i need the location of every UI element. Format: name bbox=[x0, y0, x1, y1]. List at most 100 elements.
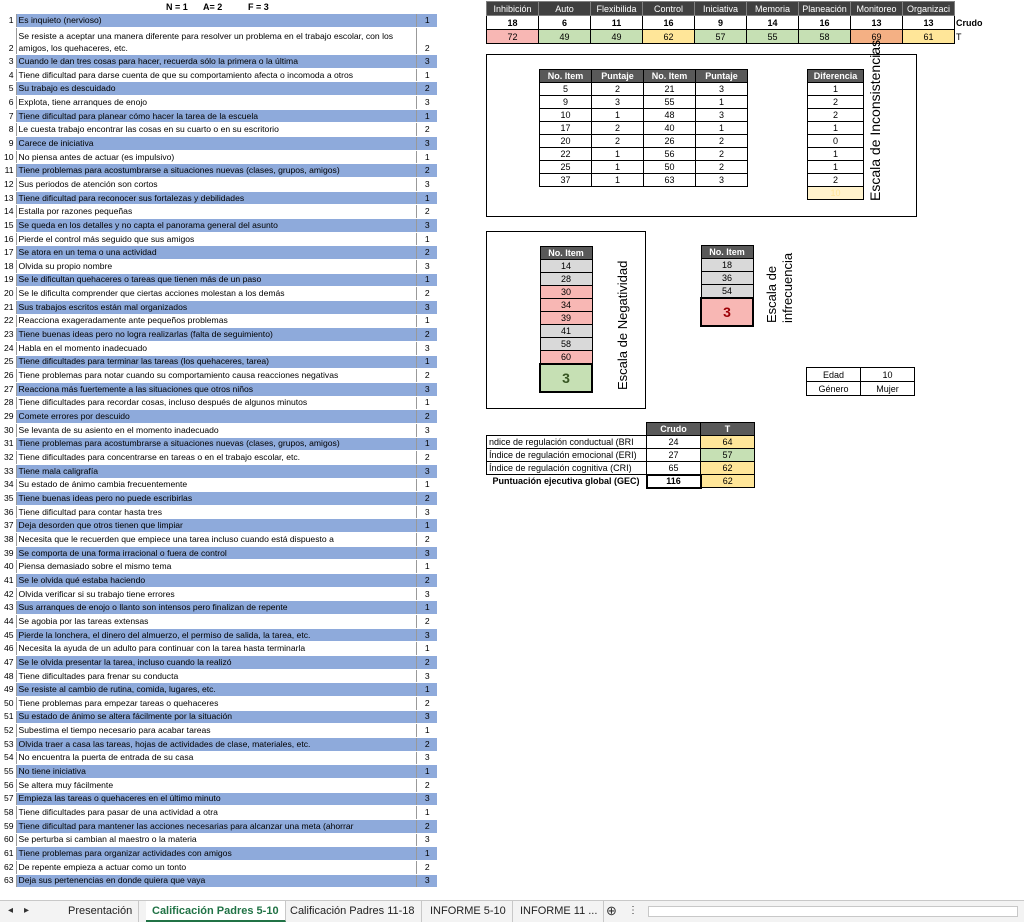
horizontal-scrollbar[interactable] bbox=[648, 906, 1018, 917]
inconsistency-cell: 1 bbox=[591, 108, 644, 122]
item-score[interactable]: 3 bbox=[416, 341, 437, 356]
item-score[interactable]: 2 bbox=[416, 163, 437, 179]
table-row: 62 De repente empieza a actuar como un to… bbox=[0, 860, 437, 875]
item-score[interactable]: 3 bbox=[416, 218, 437, 233]
item-score[interactable]: 2 bbox=[416, 819, 437, 834]
next-sheet-icon[interactable]: ▸ bbox=[24, 901, 29, 922]
item-score[interactable]: 2 bbox=[416, 409, 437, 424]
item-score[interactable]: 3 bbox=[416, 751, 437, 766]
item-score[interactable]: 3 bbox=[416, 587, 437, 602]
scale-raw: 6 bbox=[538, 15, 591, 30]
item-score[interactable]: 2 bbox=[416, 491, 437, 506]
item-score[interactable]: 3 bbox=[416, 464, 437, 479]
item-score[interactable]: 2 bbox=[416, 614, 437, 629]
item-score[interactable]: 1 bbox=[416, 559, 437, 575]
item-score[interactable]: 1 bbox=[416, 641, 437, 657]
item-number: 29 bbox=[0, 409, 17, 424]
item-score[interactable]: 1 bbox=[416, 191, 437, 206]
item-score[interactable]: 3 bbox=[416, 54, 437, 69]
item-number: 4 bbox=[0, 68, 17, 83]
item-score[interactable]: 3 bbox=[416, 546, 437, 561]
item-score[interactable]: 2 bbox=[416, 532, 437, 547]
item-score[interactable]: 1 bbox=[416, 846, 437, 861]
table-row: 34 bbox=[539, 298, 593, 312]
item-score[interactable]: 2 bbox=[416, 860, 437, 875]
item-score[interactable]: 2 bbox=[416, 27, 437, 56]
item-score[interactable]: 2 bbox=[416, 327, 437, 342]
item-score[interactable]: 2 bbox=[416, 245, 437, 260]
item-score[interactable]: 2 bbox=[416, 368, 437, 383]
table-row: 28 Tiene dificultades para recordar cosas… bbox=[0, 396, 437, 411]
item-score[interactable]: 3 bbox=[416, 710, 437, 725]
table-row: Puntuación ejecutiva global (GEC) 116 62 bbox=[487, 473, 755, 489]
table-row: 33 Tiene mala caligrafía 3 bbox=[0, 464, 437, 479]
item-score[interactable]: 1 bbox=[416, 600, 437, 616]
item-score[interactable]: 2 bbox=[416, 655, 437, 670]
item-score[interactable]: 3 bbox=[416, 505, 437, 520]
item-score[interactable]: 3 bbox=[416, 874, 437, 889]
item-score[interactable]: 3 bbox=[416, 669, 437, 684]
item-score[interactable]: 1 bbox=[416, 437, 437, 452]
item-score[interactable]: 1 bbox=[416, 314, 437, 329]
indices-header-row: Crudo T bbox=[487, 422, 755, 436]
item-number: 21 bbox=[0, 300, 17, 315]
table-row: 22 Reacciona exageradamente ante pequeños… bbox=[0, 314, 437, 329]
prev-sheet-icon[interactable]: ◂ bbox=[8, 901, 13, 922]
item-score[interactable]: 1 bbox=[416, 396, 437, 411]
table-row: 41 Se le olvida qué estaba haciendo 2 bbox=[0, 573, 437, 588]
scale-header: Control bbox=[642, 1, 695, 16]
item-score[interactable]: 1 bbox=[416, 723, 437, 738]
item-score[interactable]: 3 bbox=[416, 136, 437, 151]
add-sheet-icon[interactable]: ⊕ bbox=[606, 901, 617, 922]
item-score[interactable]: 3 bbox=[416, 177, 437, 192]
item-score[interactable]: 1 bbox=[416, 150, 437, 165]
item-score[interactable]: 2 bbox=[416, 81, 437, 97]
item-score[interactable]: 1 bbox=[416, 805, 437, 820]
item-score[interactable]: 3 bbox=[416, 792, 437, 807]
item-score[interactable]: 1 bbox=[416, 682, 437, 697]
table-row: 10 1 48 3 bbox=[539, 108, 748, 122]
inconsistency-cell: 2 bbox=[695, 147, 748, 161]
item-score[interactable]: 3 bbox=[416, 423, 437, 438]
sheet-tab[interactable]: Calificación Padres 11-18 bbox=[284, 901, 422, 922]
item-score[interactable]: 2 bbox=[416, 696, 437, 711]
item-score[interactable]: 2 bbox=[416, 737, 437, 752]
age-label: Edad bbox=[806, 367, 861, 382]
item-score[interactable]: 1 bbox=[416, 478, 437, 493]
item-score[interactable]: 3 bbox=[416, 382, 437, 397]
table-row: 25 1 50 2 bbox=[539, 160, 748, 174]
more-options-icon[interactable]: ⋮ bbox=[628, 901, 638, 922]
item-score[interactable]: 3 bbox=[416, 300, 437, 315]
item-score[interactable]: 1 bbox=[416, 518, 437, 534]
table-row: 17 2 40 1 bbox=[539, 121, 748, 135]
index-label: Índice de regulación cognitiva (CRI) bbox=[486, 461, 647, 475]
table-row: 54 bbox=[700, 284, 754, 298]
item-score[interactable]: 1 bbox=[416, 68, 437, 83]
item-score[interactable]: 1 bbox=[416, 109, 437, 124]
item-score[interactable]: 1 bbox=[416, 232, 437, 247]
table-row: 12 Sus periodos de atención son cortos 3 bbox=[0, 177, 437, 192]
item-score[interactable]: 2 bbox=[416, 204, 437, 220]
item-score[interactable]: 2 bbox=[416, 778, 437, 793]
item-score[interactable]: 1 bbox=[416, 14, 437, 29]
sheet-tab[interactable]: Calificación Padres 5-10 bbox=[146, 901, 286, 922]
sheet-tab[interactable]: Presentación bbox=[62, 901, 140, 922]
sheet-tab[interactable]: INFORME 5-10 bbox=[424, 901, 513, 922]
item-score[interactable]: 2 bbox=[416, 286, 437, 301]
item-score[interactable]: 1 bbox=[416, 273, 437, 288]
item-score[interactable]: 1 bbox=[416, 355, 437, 370]
item-score[interactable]: 1 bbox=[416, 764, 437, 779]
scales-header-row: Inhibición Auto Flexibilida Control Iniciati… bbox=[486, 1, 995, 16]
item-score[interactable]: 2 bbox=[416, 122, 437, 138]
legend-a: A= 2 bbox=[203, 2, 223, 12]
item-score[interactable]: 2 bbox=[416, 573, 437, 588]
item-score[interactable]: 3 bbox=[416, 259, 437, 274]
item-text: Deja sus pertenencias en donde quiera qu… bbox=[16, 874, 417, 889]
sheet-tab[interactable]: INFORME 11 ... bbox=[514, 901, 605, 922]
item-score[interactable]: 2 bbox=[416, 450, 437, 465]
item-text: No tiene iniciativa bbox=[16, 764, 417, 779]
scale-t: 61 bbox=[902, 29, 955, 44]
item-score[interactable]: 3 bbox=[416, 628, 437, 643]
item-score[interactable]: 3 bbox=[416, 95, 437, 110]
item-score[interactable]: 3 bbox=[416, 833, 437, 848]
